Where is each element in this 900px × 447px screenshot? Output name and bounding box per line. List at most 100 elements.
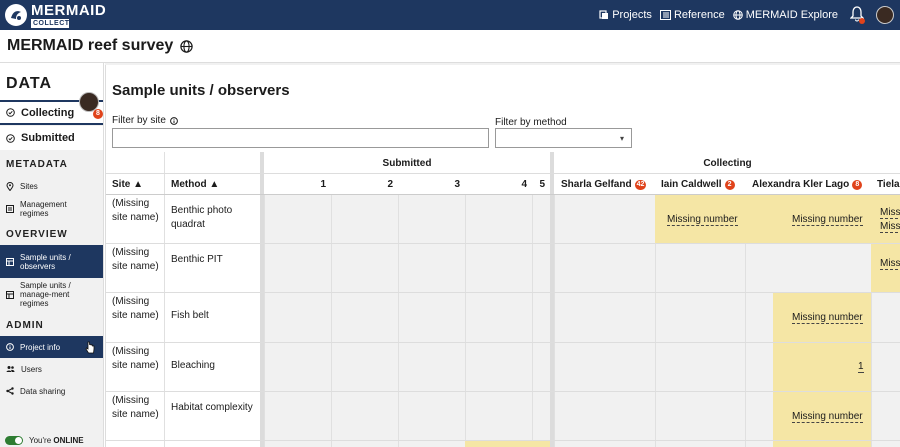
metadata-heading: METADATA (6, 159, 68, 170)
sidebar-item-sample-units-management-regimes[interactable]: Sample units / manage-ment regimes (0, 278, 103, 311)
sidebar-item-management-regimes[interactable]: Management regimes (0, 198, 103, 220)
row-site-cell: (Missing site name) (112, 296, 159, 321)
sidebar-item-label: Sites (20, 182, 38, 191)
sidebar-item-data-sharing[interactable]: Data sharing (0, 380, 103, 402)
row-method-cell: Fish belt (171, 310, 209, 321)
table-icon (6, 257, 14, 266)
row-method-cell: Benthic PIT (171, 254, 223, 265)
online-status-label: ONLINE (53, 436, 84, 445)
column-header-method[interactable]: Method ▲ (171, 179, 219, 190)
highlight-cell (465, 441, 550, 447)
share-icon (6, 387, 14, 395)
missing-number-link[interactable]: Missi (880, 207, 900, 219)
sidebar: DATA Collecting 8 Submitted METADATA Sit… (0, 63, 104, 447)
column-header-submitted-3: 3 (454, 179, 460, 190)
row-site-cell: (Missing site name) (112, 395, 159, 420)
content-panel: Sample units / observers Filter by site … (105, 65, 900, 447)
submitted-column-4 (465, 152, 532, 447)
online-prefix: You're (29, 436, 52, 445)
group-header-collecting: Collecting (703, 158, 752, 169)
submitted-column-5 (532, 152, 550, 447)
info-icon (6, 343, 14, 351)
sidebar-item-users[interactable]: Users (0, 358, 103, 380)
filter-site-label-text: Filter by site (112, 115, 166, 126)
observer-name: Sharla Gelfand (561, 179, 632, 190)
sidebar-item-project-info[interactable]: Project info (0, 336, 103, 358)
globe-icon[interactable] (180, 39, 193, 53)
sidebar-item-label: Sample units / manage-ment regimes (20, 281, 71, 308)
observer-count-badge: 42 (634, 179, 647, 190)
sidebar-item-label: Sample units / observers (20, 252, 71, 271)
sidebar-item-collecting[interactable]: Collecting 8 (0, 92, 103, 125)
sidebar-item-sites[interactable]: Sites (0, 175, 103, 198)
main-content: Sample units / observers Filter by site … (105, 63, 900, 447)
column-header-alexandra: Alexandra Kler Lago 8 (752, 179, 863, 190)
group-header-submitted: Submitted (382, 158, 432, 169)
globe-icon (732, 10, 743, 20)
collecting-count-badge: 8 (93, 109, 103, 119)
online-toggle[interactable] (5, 436, 23, 445)
missing-number-link[interactable]: Missing number (792, 312, 863, 324)
missing-number-link[interactable]: Missing number (667, 214, 738, 226)
nav-explore-label: MERMAID Explore (745, 9, 838, 21)
column-header-submitted-1: 1 (320, 179, 326, 190)
user-avatar[interactable] (876, 6, 894, 24)
filter-method-select[interactable]: ▾ (495, 128, 632, 148)
missing-number-link[interactable]: Missing number (792, 411, 863, 423)
logo-subtitle: COLLECT (31, 18, 70, 28)
filter-site-label: Filter by site (112, 115, 178, 126)
row-site-cell: (Missing site name) (112, 247, 159, 272)
nav-reference-link[interactable]: Reference (659, 9, 725, 21)
notifications-button[interactable] (849, 5, 865, 25)
column-header-iain: Iain Caldwell 2 (661, 179, 735, 190)
notification-dot (859, 17, 865, 24)
admin-heading: ADMIN (6, 320, 44, 331)
online-status: You're ONLINE (5, 436, 84, 445)
project-title: MERMAID reef survey (7, 37, 174, 54)
nav-projects-link[interactable]: Projects (599, 9, 652, 21)
observer-name: Tiela (877, 179, 900, 190)
info-icon[interactable] (170, 116, 178, 125)
column-header-sharla: Sharla Gelfand 42 (561, 179, 647, 190)
edit-check-icon (6, 108, 15, 117)
top-navbar: MERMAID COLLECT Projects Reference MERMA… (0, 0, 900, 30)
projects-icon (599, 10, 609, 19)
column-header-submitted-4: 4 (521, 179, 527, 190)
row-method-cell: Habitat complexity (171, 402, 253, 413)
missing-number-link[interactable]: Missi (880, 221, 900, 233)
observer-count-badge: 8 (852, 179, 863, 190)
sidebar-item-label: Collecting (21, 106, 75, 119)
observers-table: Submitted Collecting Site ▲ Method ▲ 1 2… (106, 152, 900, 447)
sidebar-item-label: Project info (20, 342, 61, 352)
missing-number-link[interactable]: Missing number (792, 214, 863, 226)
logo-title: MERMAID (31, 1, 107, 19)
mermaid-logo[interactable]: MERMAID COLLECT (5, 3, 106, 28)
row-method-cell: Bleaching (171, 360, 215, 371)
sidebar-item-label: Submitted (21, 132, 75, 144)
pointer-cursor-icon (85, 341, 95, 353)
observer-count-badge: 2 (724, 179, 735, 190)
observer-name: Iain Caldwell (661, 179, 722, 190)
nav-reference-label: Reference (673, 9, 725, 21)
users-icon (6, 366, 15, 372)
nav-explore-link[interactable]: MERMAID Explore (732, 9, 838, 21)
sidebar-item-label: Management regimes (20, 200, 67, 218)
missing-number-link[interactable]: Missi (880, 258, 900, 270)
sidebar-item-label: Users (21, 364, 42, 374)
column-header-site[interactable]: Site ▲ (112, 179, 143, 190)
submitted-column-3 (398, 152, 465, 447)
column-header-submitted-5: 5 (539, 179, 545, 190)
count-link[interactable]: 1 (858, 361, 864, 373)
chevron-down-icon: ▾ (619, 134, 624, 143)
page-title: Sample units / observers (112, 82, 290, 99)
sidebar-item-label: Data sharing (20, 386, 66, 396)
sidebar-item-sample-units-observers[interactable]: Sample units / observers (0, 245, 103, 278)
observer-name: Alexandra Kler Lago (752, 179, 850, 190)
sidebar-item-submitted[interactable]: Submitted (0, 126, 103, 150)
filter-site-input[interactable] (112, 128, 489, 148)
reference-icon (659, 10, 671, 20)
filter-method-label: Filter by method (495, 117, 567, 128)
location-icon (6, 182, 14, 191)
management-icon (6, 205, 14, 213)
row-site-cell: (Missing site name) (112, 346, 159, 371)
